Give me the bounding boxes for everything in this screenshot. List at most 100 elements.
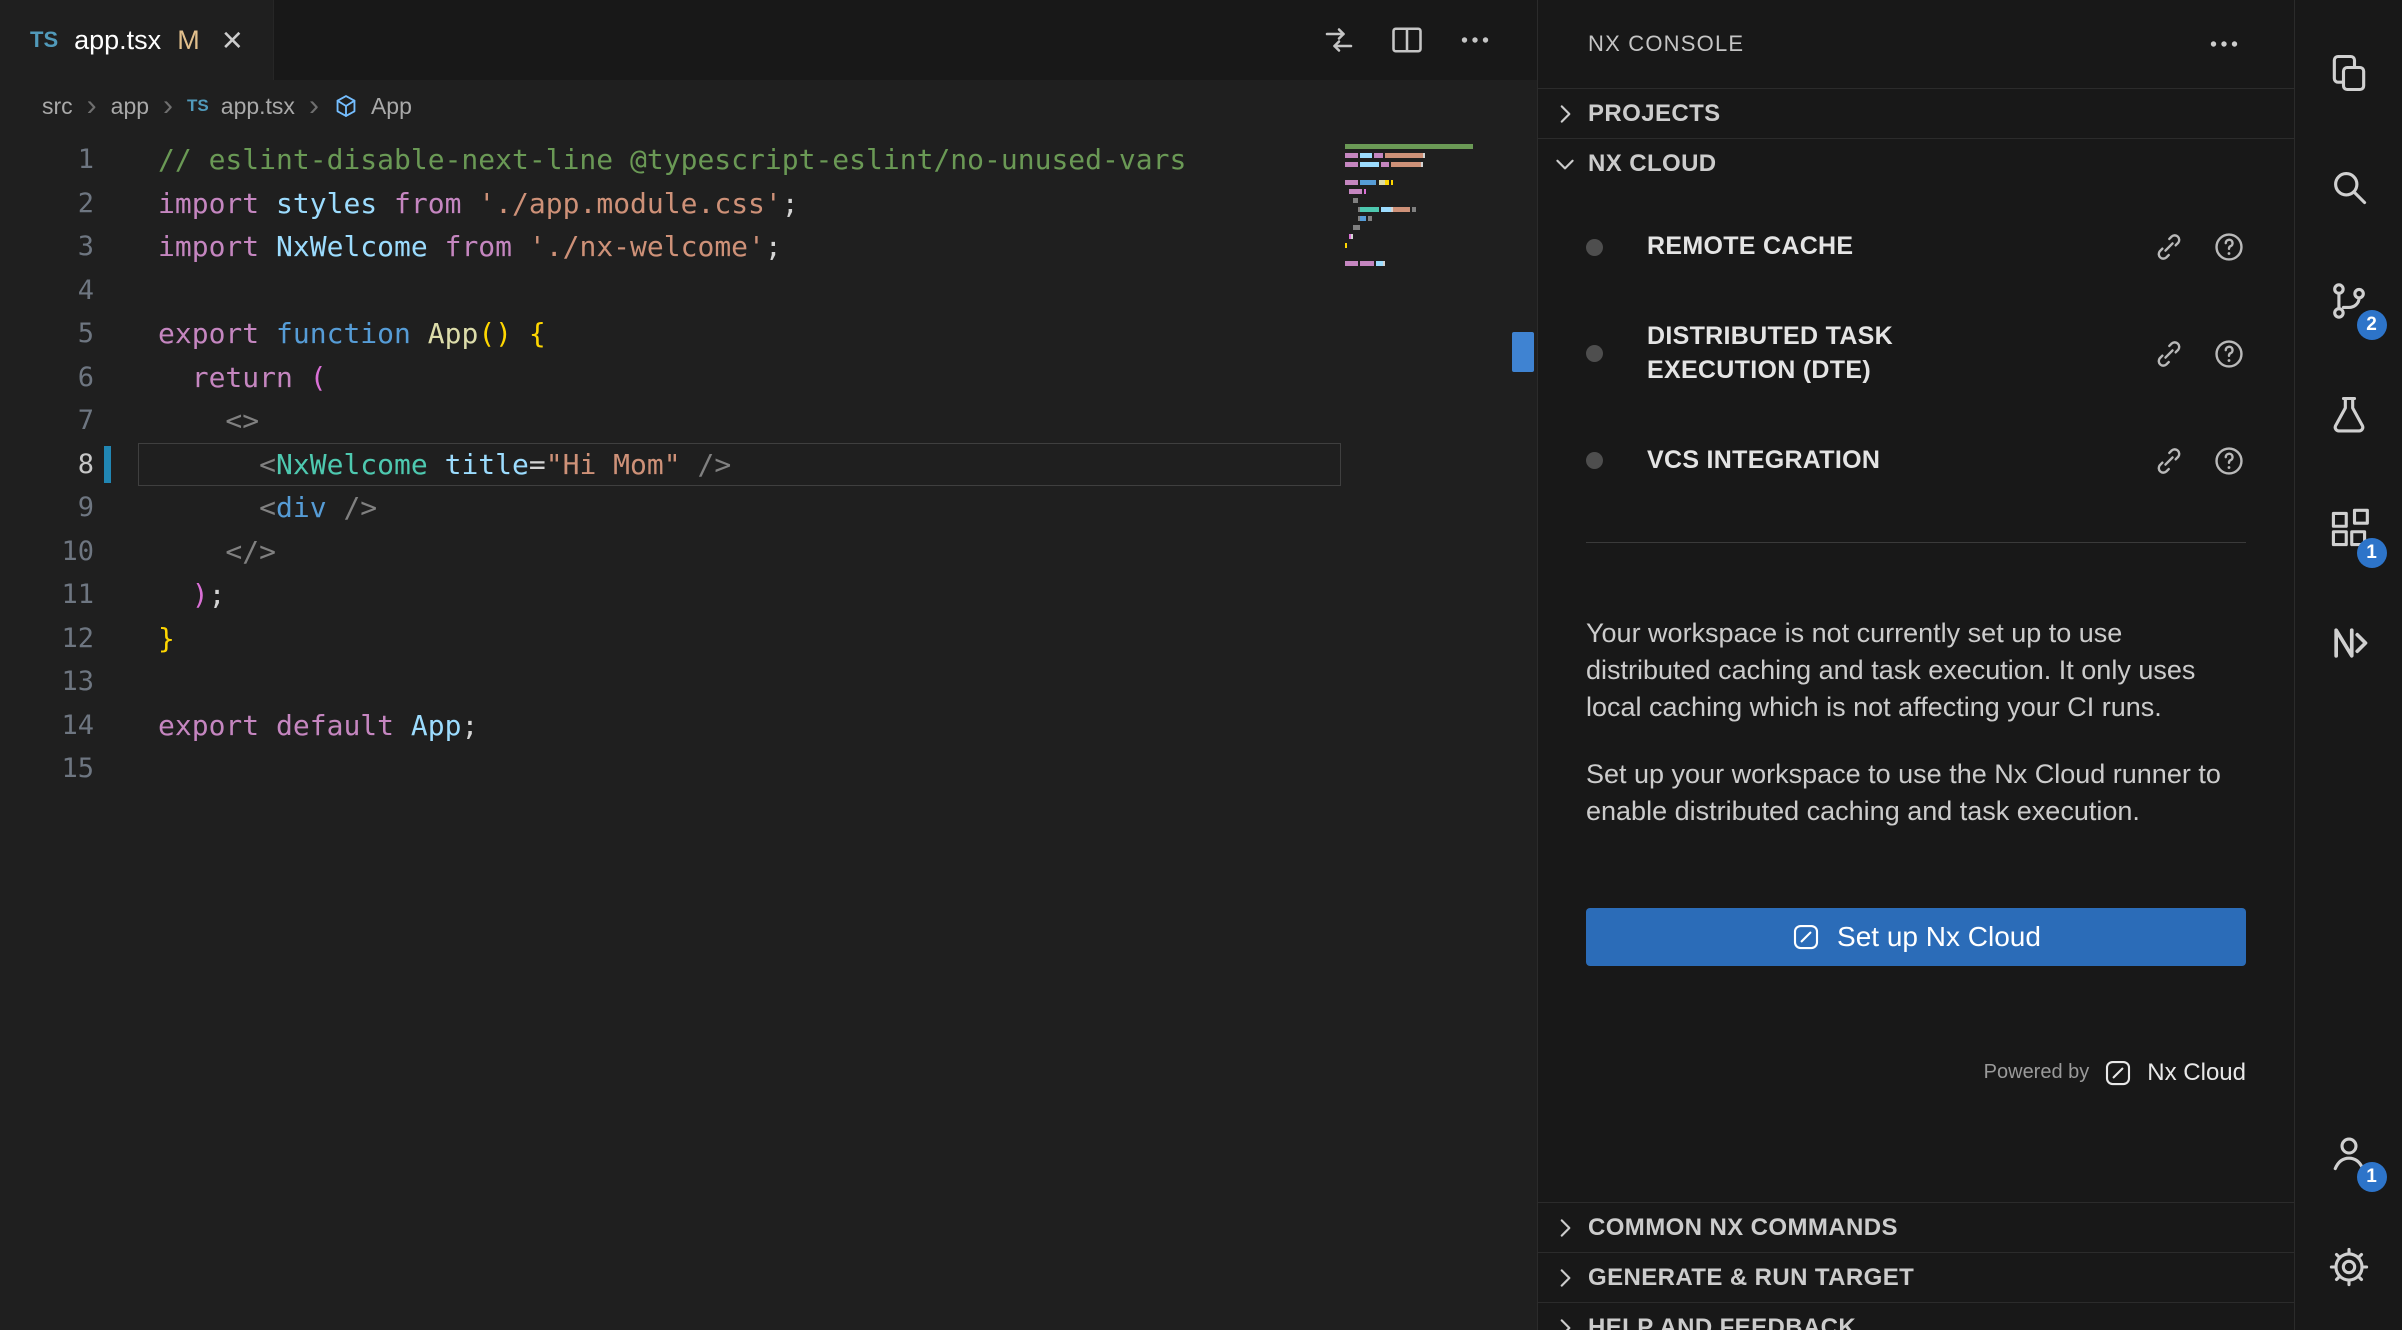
files-copy-icon xyxy=(2327,51,2371,95)
collapsed-sections: COMMON NX COMMANDS GENERATE & RUN TARGET H… xyxy=(1538,1202,2294,1330)
feature-label: DISTRIBUTED TASK EXECUTION (DTE) xyxy=(1647,320,2007,388)
search-icon xyxy=(2327,165,2371,209)
code-text: export default App; xyxy=(120,709,478,742)
line-number: 13 xyxy=(0,666,120,697)
tab-app-tsx[interactable]: TS app.tsx M × xyxy=(0,0,274,80)
section-common-nx-commands[interactable]: COMMON NX COMMANDS xyxy=(1538,1202,2294,1252)
code-line-9[interactable]: 9 <div /> xyxy=(0,486,1537,530)
symbol-cube-icon xyxy=(333,93,359,119)
help-icon[interactable] xyxy=(2212,230,2246,264)
breadcrumb: src › app › TS app.tsx › App xyxy=(0,80,1537,132)
vscode-window: TS app.tsx M × src›app›TSapp.tsx›App 1//… xyxy=(0,0,2402,1330)
activity-beaker-icon[interactable] xyxy=(2295,358,2402,472)
code-text: ); xyxy=(120,578,225,611)
help-icon[interactable] xyxy=(2212,444,2246,478)
breadcrumb-separator: › xyxy=(309,91,319,121)
section-nx-cloud[interactable]: NX CLOUD xyxy=(1538,138,2294,188)
feature-remote-cache: REMOTE CACHE xyxy=(1538,230,2294,264)
panel-title: NX CONSOLE xyxy=(1588,31,1744,57)
nx-cloud-logo-icon xyxy=(2103,1058,2133,1088)
code-line-4[interactable]: 4 xyxy=(0,269,1537,313)
breadcrumb-item-app[interactable]: app xyxy=(111,93,149,120)
close-icon[interactable]: × xyxy=(222,22,243,58)
activity-settings-gear-icon[interactable] xyxy=(2295,1210,2402,1324)
code-line-13[interactable]: 13 xyxy=(0,660,1537,704)
line-number: 1 xyxy=(0,144,120,175)
typescript-file-icon: TS xyxy=(187,96,209,116)
code-line-5[interactable]: 5export function App() { xyxy=(0,312,1537,356)
section-help-and-feedback[interactable]: HELP AND FEEDBACK xyxy=(1538,1302,2294,1330)
code-line-3[interactable]: 3import NxWelcome from './nx-welcome'; xyxy=(0,225,1537,269)
code-line-6[interactable]: 6 return ( xyxy=(0,356,1537,400)
activity-nx-console-icon[interactable] xyxy=(2295,586,2402,700)
activity-extensions-icon[interactable]: 1 xyxy=(2295,472,2402,586)
setup-button-label: Set up Nx Cloud xyxy=(1837,921,2041,953)
activity-bar-top: 21 xyxy=(2295,16,2402,700)
activity-source-control-icon[interactable]: 2 xyxy=(2295,244,2402,358)
code-text: } xyxy=(120,622,175,655)
tab-bar: TS app.tsx M × xyxy=(0,0,1537,80)
chevron-right-icon xyxy=(1552,1215,1578,1241)
line-number: 14 xyxy=(0,710,120,741)
section-projects[interactable]: PROJECTS xyxy=(1538,88,2294,138)
code-text: <div /> xyxy=(120,491,377,524)
activity-search-icon[interactable] xyxy=(2295,130,2402,244)
status-dot-icon xyxy=(1586,452,1603,469)
line-number: 3 xyxy=(0,231,120,262)
section-generate-run-target[interactable]: GENERATE & RUN TARGET xyxy=(1538,1252,2294,1302)
code-text: import NxWelcome from './nx-welcome'; xyxy=(120,230,782,263)
code-line-1[interactable]: 1// eslint-disable-next-line @typescript… xyxy=(0,138,1537,182)
minimap[interactable] xyxy=(1345,142,1513,277)
breadcrumb-item-src[interactable]: src xyxy=(42,93,73,120)
code-line-10[interactable]: 10 </> xyxy=(0,530,1537,574)
editor-actions xyxy=(1321,0,1537,80)
link-icon[interactable] xyxy=(2152,444,2186,478)
modified-badge: M xyxy=(177,25,200,56)
feature-actions xyxy=(2152,444,2246,478)
badge: 1 xyxy=(2357,1162,2387,1192)
activity-account-icon[interactable]: 1 xyxy=(2295,1096,2402,1210)
section-label: PROJECTS xyxy=(1588,100,1721,128)
code-line-14[interactable]: 14export default App; xyxy=(0,704,1537,748)
chevron-right-icon xyxy=(1552,1315,1578,1330)
feature-label: VCS INTEGRATION xyxy=(1647,444,2007,478)
link-icon[interactable] xyxy=(2152,230,2186,264)
activity-bar: 21 1 xyxy=(2294,0,2402,1330)
code-text: <> xyxy=(120,404,259,437)
section-label: GENERATE & RUN TARGET xyxy=(1588,1264,1914,1292)
breadcrumb-separator: › xyxy=(163,91,173,121)
breadcrumb-item-app[interactable]: App xyxy=(371,93,412,120)
divider xyxy=(1586,542,2246,543)
code-line-12[interactable]: 12} xyxy=(0,617,1537,661)
nx-cloud-logo-icon xyxy=(1791,922,1821,952)
more-actions-icon[interactable] xyxy=(1457,22,1493,58)
more-actions-icon[interactable] xyxy=(2206,26,2242,62)
breadcrumb-item-app-tsx[interactable]: app.tsx xyxy=(221,93,295,120)
line-number: 5 xyxy=(0,318,120,349)
code-line-8[interactable]: 8 <NxWelcome title="Hi Mom" /> xyxy=(0,443,1537,487)
powered-by-label: Powered by xyxy=(1984,1061,2090,1084)
code-text: // eslint-disable-next-line @typescript-… xyxy=(120,143,1186,176)
code-text: import styles from './app.module.css'; xyxy=(120,187,799,220)
help-icon[interactable] xyxy=(2212,337,2246,371)
split-editor-icon[interactable] xyxy=(1389,22,1425,58)
code-editor[interactable]: 1// eslint-disable-next-line @typescript… xyxy=(0,132,1537,1330)
settings-gear-icon xyxy=(2327,1245,2371,1289)
breadcrumb-separator: › xyxy=(87,91,97,121)
chevron-right-icon xyxy=(1552,1265,1578,1291)
setup-nx-cloud-button[interactable]: Set up Nx Cloud xyxy=(1586,908,2246,966)
open-changes-icon[interactable] xyxy=(1321,22,1357,58)
section-label: HELP AND FEEDBACK xyxy=(1588,1314,1856,1330)
code-line-2[interactable]: 2import styles from './app.module.css'; xyxy=(0,182,1537,226)
powered-by-brand: Nx Cloud xyxy=(2147,1059,2246,1087)
code-line-7[interactable]: 7 <> xyxy=(0,399,1537,443)
feature-label: REMOTE CACHE xyxy=(1647,230,2007,264)
modified-gutter-indicator xyxy=(104,446,111,484)
feature-vcs-integration: VCS INTEGRATION xyxy=(1538,444,2294,478)
code-line-15[interactable]: 15 xyxy=(0,747,1537,791)
code-line-11[interactable]: 11 ); xyxy=(0,573,1537,617)
link-icon[interactable] xyxy=(2152,337,2186,371)
activity-files-copy-icon[interactable] xyxy=(2295,16,2402,130)
nx-cloud-content: REMOTE CACHE DISTRIBUTED TASK EXECUTION (… xyxy=(1538,188,2294,1088)
line-number: 15 xyxy=(0,753,120,784)
